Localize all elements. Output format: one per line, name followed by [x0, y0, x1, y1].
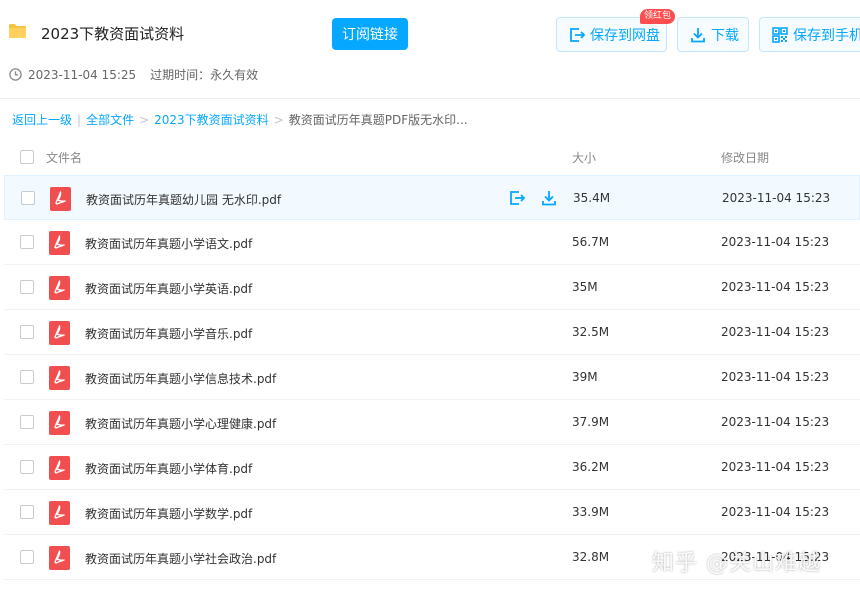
- column-header-name[interactable]: 文件名: [46, 149, 82, 166]
- file-date: 2023-11-04 15:23: [722, 191, 831, 205]
- file-name[interactable]: 教资面试历年真题小学体育.pdf: [85, 460, 252, 477]
- breadcrumb: 返回上一级 | 全部文件 > 2023下教资面试资料 > 教资面试历年真题PDF…: [12, 111, 468, 128]
- file-date: 2023-11-04 15:23: [721, 460, 830, 474]
- row-checkbox[interactable]: [20, 370, 34, 384]
- pdf-file-icon: [49, 501, 70, 525]
- download-button[interactable]: 下载: [677, 17, 749, 52]
- share-time: 2023-11-04 15:25: [28, 67, 137, 82]
- row-checkbox[interactable]: [20, 235, 34, 249]
- header-divider: [0, 98, 860, 99]
- file-name[interactable]: 教资面试历年真题小学英语.pdf: [85, 280, 252, 297]
- pdf-file-icon: [49, 546, 70, 570]
- clock-icon: [9, 68, 22, 81]
- file-row[interactable]: 教资面试历年真题小学英语.pdf 35M 2023-11-04 15:23: [4, 265, 860, 310]
- file-date: 2023-11-04 15:23: [721, 280, 830, 294]
- save-to-disk-icon[interactable]: [508, 189, 526, 207]
- pdf-file-icon: [49, 456, 70, 480]
- file-row[interactable]: 教资面试历年真题小学体育.pdf 36.2M 2023-11-04 15:23: [4, 445, 860, 490]
- file-row[interactable]: 教资面试历年真题小学音乐.pdf 32.5M 2023-11-04 15:23: [4, 310, 860, 355]
- file-date: 2023-11-04 15:23: [721, 370, 830, 384]
- table-header: 文件名 大小 修改日期: [0, 140, 860, 174]
- file-size: 35M: [572, 280, 598, 294]
- row-checkbox[interactable]: [20, 325, 34, 339]
- breadcrumb-chevron-icon: >: [139, 112, 150, 127]
- breadcrumb-all-files-link[interactable]: 全部文件: [86, 111, 134, 128]
- pdf-file-icon: [49, 366, 70, 390]
- file-date: 2023-11-04 15:23: [721, 505, 830, 519]
- header-bar: 2023下教资面试资料 订阅链接 保存到网盘 领红包 下载 保存到手机 2023…: [0, 0, 860, 98]
- download-label: 下载: [711, 27, 739, 44]
- row-checkbox[interactable]: [20, 505, 34, 519]
- file-size: 32.5M: [572, 325, 610, 339]
- qr-code-icon: [772, 26, 788, 43]
- column-header-date[interactable]: 修改日期: [721, 149, 769, 166]
- save-to-phone-label: 保存到手机: [793, 27, 860, 44]
- breadcrumb-chevron-icon: >: [273, 112, 284, 127]
- row-checkbox[interactable]: [20, 280, 34, 294]
- file-name[interactable]: 教资面试历年真题小学语文.pdf: [85, 235, 252, 252]
- file-row[interactable]: 教资面试历年真题幼儿园 无水印.pdf 35.4M 2023-11-04 15:23: [4, 175, 860, 220]
- file-row[interactable]: 教资面试历年真题小学语文.pdf 56.7M 2023-11-04 15:23: [4, 220, 860, 265]
- row-checkbox[interactable]: [20, 550, 34, 564]
- download-icon[interactable]: [540, 189, 558, 207]
- breadcrumb-separator: |: [77, 112, 82, 127]
- file-name[interactable]: 教资面试历年真题小学数学.pdf: [85, 505, 252, 522]
- expire-text: 过期时间：永久有效: [150, 68, 259, 82]
- file-row[interactable]: 教资面试历年真题小学信息技术.pdf 39M 2023-11-04 15:23: [4, 355, 860, 400]
- file-size: 56.7M: [572, 235, 610, 249]
- file-list: 教资面试历年真题幼儿园 无水印.pdf 35.4M 2023-11-04 15:23…: [4, 175, 860, 580]
- file-row[interactable]: 教资面试历年真题小学数学.pdf 33.9M 2023-11-04 15:23: [4, 490, 860, 535]
- file-name[interactable]: 教资面试历年真题小学社会政治.pdf: [85, 550, 276, 567]
- subscribe-button[interactable]: 订阅链接: [332, 18, 408, 50]
- row-checkbox[interactable]: [20, 460, 34, 474]
- watermark: 知乎 @关山难越: [652, 551, 821, 576]
- share-meta: 2023-11-04 15:25 过期时间：永久有效: [9, 66, 258, 83]
- breadcrumb-back-link[interactable]: 返回上一级: [12, 111, 72, 128]
- file-size: 36.2M: [572, 460, 610, 474]
- download-icon: [691, 27, 705, 42]
- save-to-disk-label: 保存到网盘: [590, 27, 660, 44]
- pdf-file-icon: [49, 231, 70, 255]
- file-size: 32.8M: [572, 550, 610, 564]
- row-checkbox[interactable]: [20, 415, 34, 429]
- select-all-checkbox[interactable]: [20, 150, 34, 164]
- file-date: 2023-11-04 15:23: [721, 325, 830, 339]
- file-date: 2023-11-04 15:23: [721, 415, 830, 429]
- file-name[interactable]: 教资面试历年真题小学心理健康.pdf: [85, 415, 276, 432]
- file-row[interactable]: 教资面试历年真题小学心理健康.pdf 37.9M 2023-11-04 15:23: [4, 400, 860, 445]
- pdf-file-icon: [49, 411, 70, 435]
- breadcrumb-current: 教资面试历年真题PDF版无水印...: [288, 113, 468, 127]
- row-checkbox[interactable]: [21, 191, 35, 205]
- file-size: 37.9M: [572, 415, 610, 429]
- file-name[interactable]: 教资面试历年真题小学信息技术.pdf: [85, 370, 276, 387]
- folder-icon: [9, 24, 26, 38]
- pdf-file-icon: [49, 276, 70, 300]
- file-size: 33.9M: [572, 505, 610, 519]
- red-packet-badge[interactable]: 领红包: [640, 9, 676, 24]
- file-date: 2023-11-04 15:23: [721, 235, 830, 249]
- pdf-file-icon: [49, 321, 70, 345]
- pdf-file-icon: [50, 187, 71, 211]
- breadcrumb-folder-link[interactable]: 2023下教资面试资料: [154, 111, 269, 128]
- column-header-size[interactable]: 大小: [572, 149, 596, 166]
- folder-title: 2023下教资面试资料: [41, 25, 185, 43]
- save-to-phone-button[interactable]: 保存到手机: [759, 17, 860, 52]
- file-name[interactable]: 教资面试历年真题幼儿园 无水印.pdf: [86, 191, 281, 208]
- save-to-disk-icon: [570, 27, 586, 42]
- file-size: 39M: [572, 370, 598, 384]
- file-name[interactable]: 教资面试历年真题小学音乐.pdf: [85, 325, 252, 342]
- file-size: 35.4M: [573, 191, 611, 205]
